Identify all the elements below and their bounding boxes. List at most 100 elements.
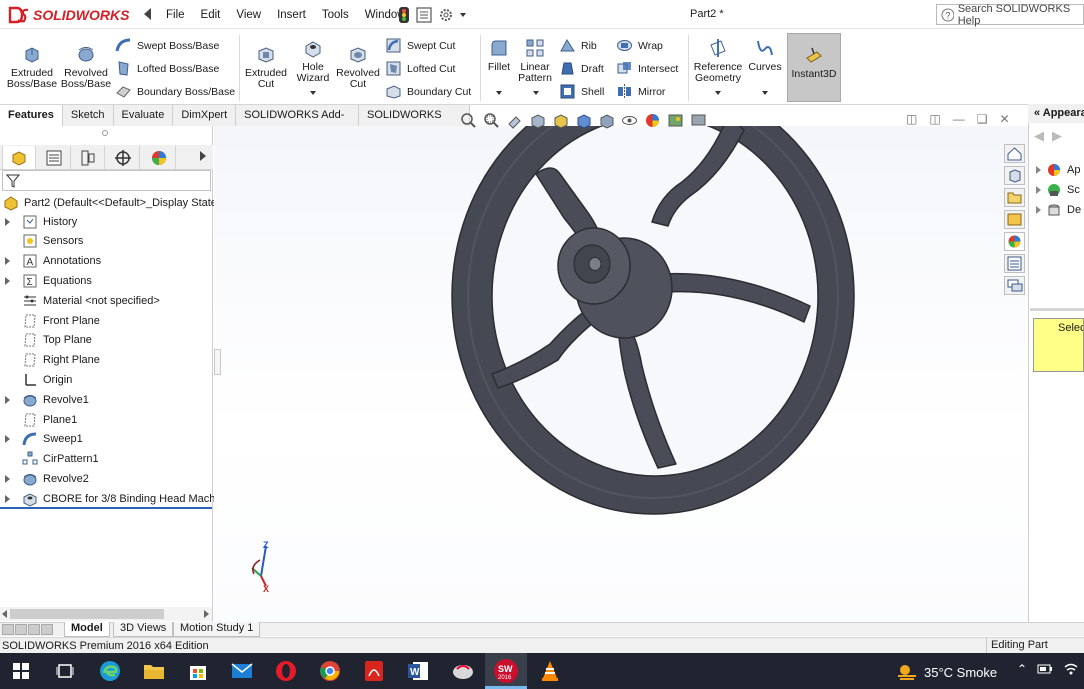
scenes-item[interactable]: Sc bbox=[1036, 180, 1081, 200]
fillet-dropdown-icon[interactable] bbox=[496, 91, 502, 95]
tab-features[interactable]: Features bbox=[0, 105, 63, 126]
lofted-cut-button[interactable]: Lofted Cut bbox=[385, 60, 455, 77]
reference-geometry-button[interactable]: Reference Geometry bbox=[692, 37, 744, 84]
extruded-boss-button[interactable]: Extruded Boss/Base bbox=[6, 43, 58, 90]
tab-featuremanager[interactable] bbox=[2, 146, 36, 169]
task-view-icon[interactable] bbox=[50, 656, 80, 686]
expand-arrow-icon[interactable] bbox=[5, 435, 11, 444]
search-help-input[interactable]: ? Search SOLIDWORKS Help bbox=[936, 3, 1084, 27]
hole-wizard-dropdown-icon[interactable] bbox=[310, 91, 316, 95]
tree-item[interactable]: Revolve2 bbox=[0, 469, 89, 488]
section-view-icon[interactable] bbox=[529, 112, 546, 129]
vlc-icon[interactable] bbox=[535, 656, 565, 686]
solidworks-taskbar-icon[interactable]: SW bbox=[491, 656, 521, 686]
word-icon[interactable]: W bbox=[403, 656, 433, 686]
edge-browser-icon[interactable] bbox=[95, 656, 125, 686]
view-orientation-icon[interactable] bbox=[575, 112, 592, 129]
tab-sketch[interactable]: Sketch bbox=[62, 105, 114, 126]
dynamic-annotation-icon[interactable] bbox=[552, 112, 569, 129]
tab-dimxpertmanager[interactable] bbox=[106, 146, 140, 169]
view-settings-icon[interactable] bbox=[690, 112, 707, 129]
draft-button[interactable]: Draft bbox=[559, 60, 604, 77]
tab-displaymanager[interactable] bbox=[142, 146, 176, 169]
revolved-cut-button[interactable]: Revolved Cut bbox=[335, 43, 381, 90]
curves-dropdown-icon[interactable] bbox=[762, 91, 768, 95]
tab-dimxpert[interactable]: DimXpert bbox=[173, 105, 237, 126]
tab-mbd[interactable]: SOLIDWORKS MBD bbox=[359, 105, 470, 141]
tree-item[interactable]: CBORE for 3/8 Binding Head Machi bbox=[0, 489, 218, 508]
tree-item[interactable]: Σ Equations bbox=[0, 271, 92, 290]
network-icon[interactable] bbox=[1063, 662, 1079, 676]
options-list-icon[interactable] bbox=[416, 7, 432, 23]
swept-cut-button[interactable]: Swept Cut bbox=[385, 37, 455, 54]
first-tab-icon[interactable] bbox=[2, 624, 14, 635]
forum-tab[interactable] bbox=[1004, 276, 1025, 295]
forward-icon[interactable]: ▶ bbox=[1052, 128, 1062, 144]
windows-start-icon[interactable] bbox=[6, 656, 36, 686]
solidworks-logo[interactable]: SOLIDWORKS bbox=[8, 4, 129, 26]
tab-evaluate[interactable]: Evaluate bbox=[113, 105, 174, 126]
tree-item[interactable]: Origin bbox=[0, 370, 72, 389]
tree-item[interactable]: History bbox=[0, 212, 77, 231]
tree-item[interactable]: Revolve1 bbox=[0, 390, 89, 409]
custom-properties-tab[interactable] bbox=[1004, 254, 1025, 273]
last-tab-icon[interactable] bbox=[41, 624, 53, 635]
hide-show-items-icon[interactable] bbox=[621, 112, 638, 129]
boundary-cut-button[interactable]: Boundary Cut bbox=[385, 83, 471, 100]
tree-rollback-bar[interactable] bbox=[0, 507, 212, 509]
task-pane-collapse-icon[interactable]: « bbox=[1034, 107, 1043, 119]
app-icon[interactable] bbox=[448, 656, 478, 686]
appearances-tab[interactable] bbox=[1004, 232, 1025, 251]
tree-item[interactable]: A Annotations bbox=[0, 252, 101, 271]
scrollbar-thumb[interactable] bbox=[10, 609, 164, 619]
zoom-to-fit-icon[interactable] bbox=[460, 112, 477, 129]
expand-arrow-icon[interactable] bbox=[5, 474, 11, 483]
solidworks-resources-tab[interactable] bbox=[1004, 144, 1025, 163]
apply-scene-icon[interactable] bbox=[667, 112, 684, 129]
zoom-to-area-icon[interactable] bbox=[483, 112, 500, 129]
revolved-boss-button[interactable]: Revolved Boss/Base bbox=[60, 43, 112, 90]
file-explorer-tab[interactable] bbox=[1004, 188, 1025, 207]
graphics-area[interactable]: Z X bbox=[214, 77, 1028, 623]
boundary-boss-button[interactable]: Boundary Boss/Base bbox=[115, 83, 235, 100]
file-explorer-icon[interactable] bbox=[139, 656, 169, 686]
fillet-button[interactable]: Fillet bbox=[484, 37, 514, 73]
display-style-icon[interactable] bbox=[598, 112, 615, 129]
mail-icon[interactable] bbox=[227, 656, 257, 686]
tile-left-icon[interactable]: ◫ bbox=[906, 112, 917, 126]
menu-tools[interactable]: Tools bbox=[314, 9, 357, 21]
extruded-cut-button[interactable]: Extruded Cut bbox=[242, 43, 290, 90]
opera-icon[interactable] bbox=[271, 656, 301, 686]
acrobat-icon[interactable] bbox=[359, 656, 389, 686]
tabs-scroll-right-icon[interactable] bbox=[200, 151, 206, 161]
gear-icon[interactable] bbox=[438, 7, 454, 23]
tab-addins[interactable]: SOLIDWORKS Add-Ins bbox=[236, 105, 359, 141]
restore-icon[interactable]: ❏ bbox=[977, 112, 988, 126]
tree-filter-input[interactable] bbox=[2, 170, 211, 191]
chrome-icon[interactable] bbox=[315, 656, 345, 686]
view-palette-tab[interactable] bbox=[1004, 210, 1025, 229]
curves-button[interactable]: Curves bbox=[746, 37, 784, 73]
tab-model[interactable]: Model bbox=[64, 622, 110, 637]
tab-propertymanager[interactable] bbox=[37, 146, 71, 169]
tab-3d-views[interactable]: 3D Views bbox=[113, 622, 174, 637]
tile-right-icon[interactable]: ◫ bbox=[929, 112, 940, 126]
tree-root-part[interactable]: Part2 (Default<<Default>_Display State bbox=[0, 193, 217, 212]
close-icon[interactable]: ✕ bbox=[999, 112, 1009, 126]
menu-insert[interactable]: Insert bbox=[269, 9, 314, 21]
instant3d-button[interactable]: Instant3D bbox=[787, 33, 841, 102]
rib-button[interactable]: Rib bbox=[559, 37, 597, 54]
tree-item[interactable]: Front Plane bbox=[0, 311, 100, 330]
expand-arrow-icon[interactable] bbox=[5, 395, 11, 404]
expand-arrow-icon[interactable] bbox=[5, 276, 11, 285]
hole-wizard-button[interactable]: Hole Wizard bbox=[290, 37, 336, 84]
minimize-icon[interactable]: — bbox=[953, 112, 965, 126]
tree-item[interactable]: Plane1 bbox=[0, 410, 77, 429]
decals-item[interactable]: De bbox=[1036, 200, 1081, 220]
weather-widget[interactable]: 35°C Smoke bbox=[896, 663, 997, 681]
tree-item[interactable]: Top Plane bbox=[0, 331, 92, 350]
scroll-right-icon[interactable] bbox=[204, 610, 209, 618]
steering-wheel-model[interactable] bbox=[214, 77, 1028, 623]
scroll-left-icon[interactable] bbox=[2, 610, 7, 618]
panel-splitter-handle[interactable] bbox=[214, 349, 221, 375]
